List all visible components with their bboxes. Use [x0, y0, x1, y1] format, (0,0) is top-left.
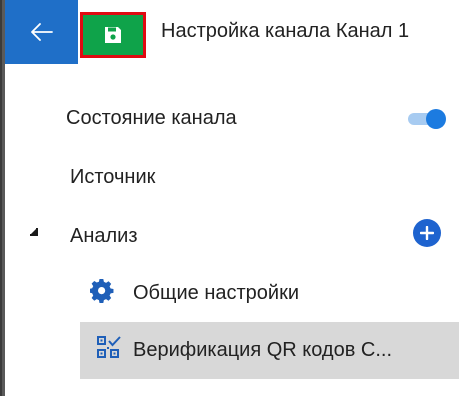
qr-verification-item-label: Верификация QR кодов С... — [133, 339, 393, 361]
general-settings-item[interactable]: Общие настройки — [133, 282, 299, 305]
back-button[interactable] — [5, 0, 78, 64]
analysis-item[interactable]: Анализ — [70, 225, 138, 248]
qr-code-check-icon — [97, 336, 121, 358]
page-title: Настройка канала Канал 1 — [161, 20, 410, 42]
plus-icon — [420, 226, 434, 240]
channel-state-toggle[interactable] — [408, 109, 448, 129]
add-analysis-button[interactable] — [413, 219, 441, 247]
source-item[interactable]: Источник — [70, 166, 155, 189]
floppy-disk-icon — [105, 27, 121, 43]
channel-state-label: Состояние канала — [66, 107, 237, 129]
arrow-left-icon — [30, 23, 53, 41]
collapse-caret-icon[interactable] — [30, 228, 38, 236]
gear-icon — [90, 279, 114, 303]
save-button[interactable] — [80, 12, 146, 58]
